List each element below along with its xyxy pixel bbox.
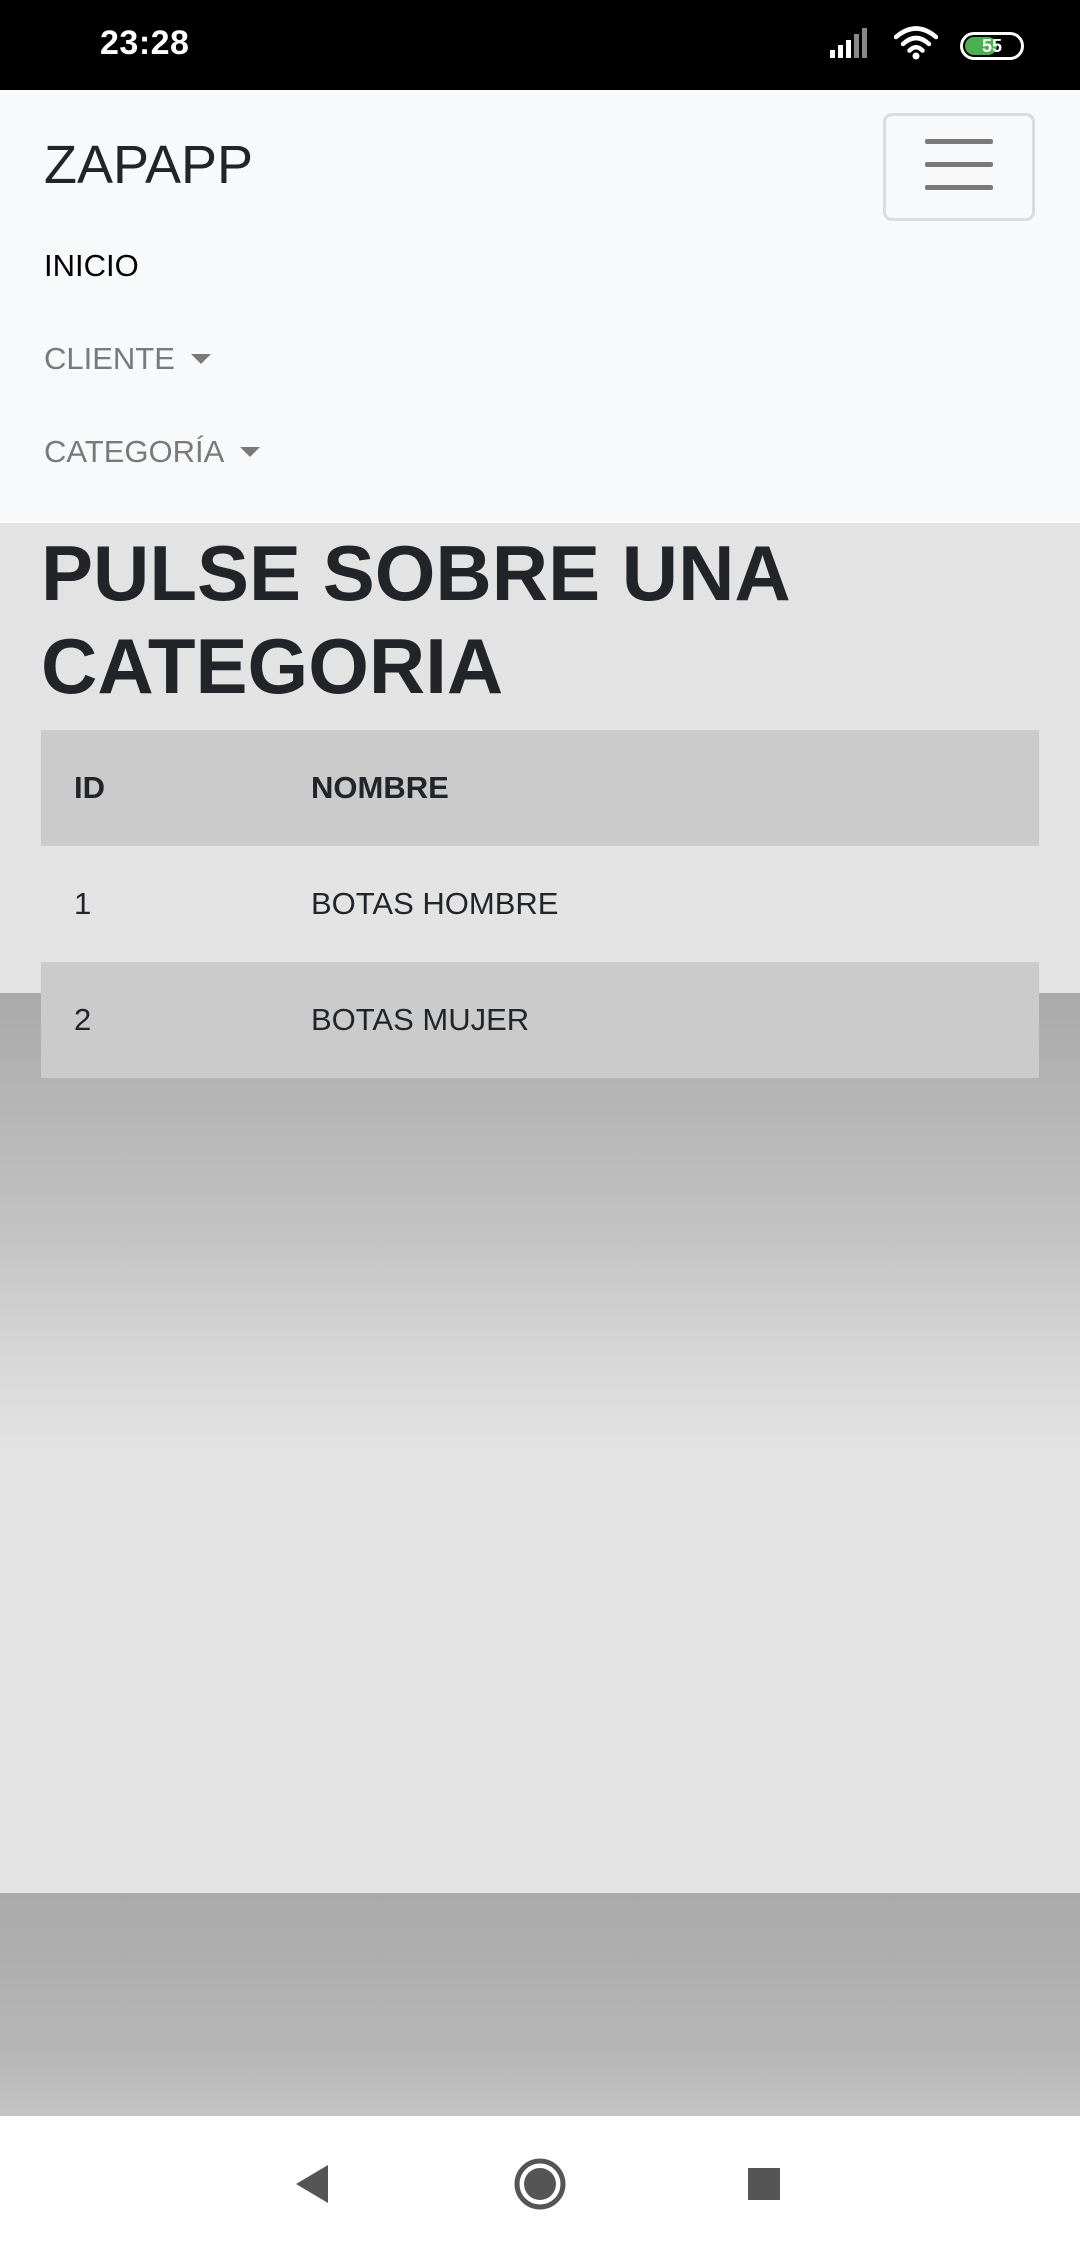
home-icon xyxy=(513,2157,567,2216)
table-row[interactable]: 2 BOTAS MUJER xyxy=(41,962,1039,1078)
battery-icon: 55 xyxy=(960,31,1024,60)
navbar: ZAPAPP INICIO CLIENTE CATEGORÍA xyxy=(0,90,1080,523)
page-title: PULSE SOBRE UNA CATEGORIA xyxy=(41,529,788,710)
system-navigation-bar xyxy=(0,2116,1080,2246)
table-cell-nombre: BOTAS HOMBRE xyxy=(311,886,559,921)
nav-link-label: INICIO xyxy=(44,248,139,283)
status-icons: 55 xyxy=(830,26,1024,65)
battery-level: 55 xyxy=(981,35,1003,56)
nav-link-inicio[interactable]: INICIO xyxy=(44,248,139,284)
table-header-row: ID NOMBRE xyxy=(41,730,1039,846)
table-cell-nombre: BOTAS MUJER xyxy=(311,1002,530,1037)
wifi-icon xyxy=(893,26,939,65)
navbar-brand[interactable]: ZAPAPP xyxy=(44,134,253,196)
table-cell-id: 1 xyxy=(74,886,92,921)
back-icon xyxy=(292,2163,332,2210)
hamburger-menu-icon xyxy=(925,137,993,198)
table-cell-id: 2 xyxy=(74,1002,92,1037)
nav-link-label: CATEGORÍA xyxy=(44,434,225,469)
caret-down-icon xyxy=(240,447,261,457)
back-button[interactable] xyxy=(282,2156,342,2216)
status-bar: 23:28 55 xyxy=(0,0,1080,90)
signal-icon xyxy=(830,28,872,63)
table-row[interactable]: 1 BOTAS HOMBRE xyxy=(41,846,1039,962)
navbar-toggler-button[interactable] xyxy=(883,113,1035,221)
status-time: 23:28 xyxy=(100,24,190,62)
column-header-id: ID xyxy=(74,770,105,805)
nav-link-label: CLIENTE xyxy=(44,341,175,376)
recents-icon xyxy=(746,2166,782,2207)
nav-link-cliente-dropdown[interactable]: CLIENTE xyxy=(44,341,211,377)
categories-table: ID NOMBRE 1 BOTAS HOMBRE 2 BOTAS MUJER xyxy=(41,730,1039,1078)
caret-down-icon xyxy=(190,354,211,364)
home-button[interactable] xyxy=(510,2156,570,2216)
nav-link-categoria-dropdown[interactable]: CATEGORÍA xyxy=(44,434,261,470)
recents-button[interactable] xyxy=(734,2156,794,2216)
column-header-nombre: NOMBRE xyxy=(311,770,449,805)
